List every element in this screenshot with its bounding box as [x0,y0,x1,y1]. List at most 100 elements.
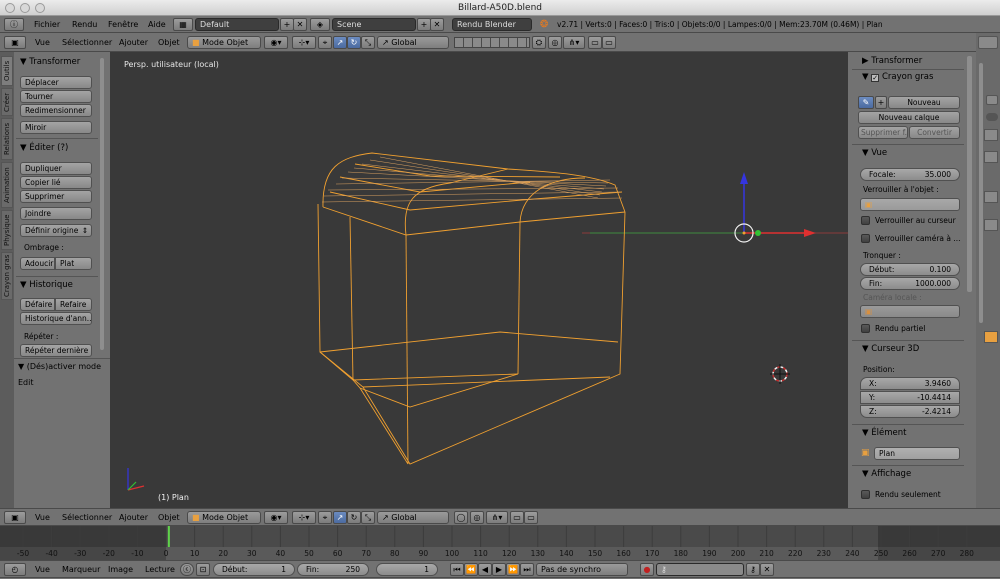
lock-camera-checkbox[interactable] [861,234,870,243]
delete-button[interactable]: Supprimer [20,190,92,203]
right-strip-scrollbar[interactable] [979,63,983,323]
current-frame-marker[interactable] [167,526,170,547]
scene-field[interactable]: Scene [332,18,416,31]
remove-layout-button[interactable]: ✕ [293,18,307,31]
menu-window[interactable]: Fenêtre [108,16,138,33]
editor-type-icon[interactable]: ⓘ [4,18,24,31]
zoom-window-button[interactable] [35,3,45,13]
add-scene-button[interactable]: + [417,18,431,31]
proportional-edit-icon[interactable]: ◎ [548,36,562,49]
mode-select[interactable]: ■ Mode Objet [187,511,261,524]
cube-icon[interactable] [984,331,998,343]
prev-keyframe-icon[interactable]: ⏪ [464,563,478,576]
clip-start-field[interactable]: Début: 0.100 [860,263,960,276]
menu-object[interactable]: Objet [158,33,180,52]
play-reverse-icon[interactable]: ◀ [478,563,492,576]
delete-frame-button[interactable]: Supprimer f... [858,126,908,139]
convert-button[interactable]: Convertir [909,126,960,139]
lock-cursor-checkbox[interactable] [861,216,870,225]
local-view-icon[interactable]: ◯ [454,511,468,524]
prop-display-header[interactable]: ▼ Affichage [856,466,911,482]
render-border-checkbox[interactable] [861,324,870,333]
add-icon[interactable]: + [875,96,887,109]
menu-help[interactable]: Aide [148,16,166,33]
orientation-select[interactable]: ↗ Global [377,36,449,49]
layout-grid-icon[interactable]: ▦ [173,18,193,31]
prop-view-header[interactable]: ▼ Vue [856,145,887,161]
layers-grid[interactable] [454,37,530,48]
proportional-edit-icon[interactable]: ◎ [470,511,484,524]
sync-mode-select[interactable]: Pas de synchro [536,563,628,576]
new-grease-button[interactable]: Nouveau [888,96,960,109]
cursor-y-field[interactable]: Y: -10.4414 [860,391,960,404]
focal-length-field[interactable]: Focale: 35.000 [860,168,960,181]
render-anim-icon[interactable]: ▭ [602,36,616,49]
add-layout-button[interactable]: + [280,18,294,31]
close-window-button[interactable] [5,3,15,13]
repeat-last-button[interactable]: Répéter dernière [20,344,92,357]
scale-manipulator-icon[interactable]: ⤡ [361,36,375,49]
grease-checkbox-icon[interactable]: ✓ [871,74,880,82]
shade-smooth-button[interactable]: Adoucir [20,257,55,270]
viewport-shading-icon[interactable]: ◉▾ [264,511,288,524]
next-keyframe-icon[interactable]: ⏩ [506,563,520,576]
preview-range-icon[interactable]: ⓒ [180,563,194,576]
insert-keyframe-icon[interactable]: ⚷ [746,563,760,576]
orientation-select[interactable]: ↗ Global [377,511,449,524]
panel-history-header[interactable]: ▼ Historique [14,277,73,293]
rotate-manipulator-icon[interactable]: ↻ [347,511,361,524]
timeline-menu-marker[interactable]: Marqueur [62,561,100,579]
tab-tools[interactable]: Outils [1,56,13,86]
toggle-icon[interactable] [986,113,998,121]
editor-type-icon[interactable] [978,36,998,49]
menu-object[interactable]: Objet [158,509,180,527]
pivot-icon[interactable]: ⊹▾ [292,511,316,524]
play-icon[interactable]: ▶ [492,563,506,576]
rotate-button[interactable]: Tourner [20,90,92,103]
properties-scrollbar[interactable] [967,56,972,292]
tab-relations[interactable]: Relations [1,118,13,160]
scale-button[interactable]: Redimensionner [20,104,92,117]
minimize-window-button[interactable] [20,3,30,13]
translate-manipulator-icon[interactable]: ↗ [333,36,347,49]
redo-button[interactable]: Refaire [55,298,92,311]
operator-panel-header[interactable]: ▼ (Dés)activer mode Edit [12,359,110,387]
camera-icon[interactable] [986,95,998,105]
prop-cursor-header[interactable]: ▼ Curseur 3D [856,341,919,357]
timeline-editor-icon[interactable]: ◴ [4,563,26,576]
cursor-x-field[interactable]: X: 3.9460 [860,377,960,390]
delete-keyframe-icon[interactable]: ✕ [760,563,774,576]
object-name-field[interactable]: Plan [874,447,960,460]
menu-view[interactable]: Vue [35,33,50,52]
render-engine-select[interactable]: Rendu Blender [452,18,532,31]
keying-set-field[interactable]: ⚷ [656,563,744,576]
pencil-icon[interactable]: ✎ [858,96,874,109]
clip-end-field[interactable]: Fin: 1000.000 [860,277,960,290]
tab-create[interactable]: Créer [1,88,13,116]
view3d-editor-icon[interactable]: ▣ [4,511,26,524]
layout-field[interactable]: Default [195,18,279,31]
pivot-icon[interactable]: ⊹▾ [292,36,316,49]
record-icon[interactable]: ● [640,563,654,576]
only-render-checkbox[interactable] [861,490,870,499]
lock-object-field[interactable]: ▣ [860,198,960,211]
shade-flat-button[interactable]: Plat [55,257,92,270]
menu-view[interactable]: Vue [35,509,50,527]
rotate-manipulator-icon[interactable]: ↻ [347,36,361,49]
snap-icon[interactable]: ⋔▾ [563,36,585,49]
frame-start-field[interactable]: Début: 1 [213,563,295,576]
undo-button[interactable]: Défaire [20,298,55,311]
current-frame-field[interactable]: 1 [376,563,438,576]
scene-icon[interactable]: ◈ [310,18,330,31]
duplicate-button[interactable]: Dupliquer [20,162,92,175]
panel-transform-header[interactable]: ▼ Transformer [14,54,80,70]
snap-icon[interactable]: ⋔▾ [486,511,508,524]
frame-end-field[interactable]: Fin: 250 [297,563,369,576]
prop-transform-header[interactable]: ▶ Transformer [856,53,922,69]
tab-grease-pencil[interactable]: Crayon gras [1,252,13,300]
cursor-z-field[interactable]: Z: -2.4214 [860,405,960,418]
local-camera-field[interactable]: ▣ [860,305,960,318]
mode-select[interactable]: ■ Mode Objet [187,36,261,49]
menu-add[interactable]: Ajouter [119,33,148,52]
prop-item-header[interactable]: ▼ Élément [856,425,906,441]
